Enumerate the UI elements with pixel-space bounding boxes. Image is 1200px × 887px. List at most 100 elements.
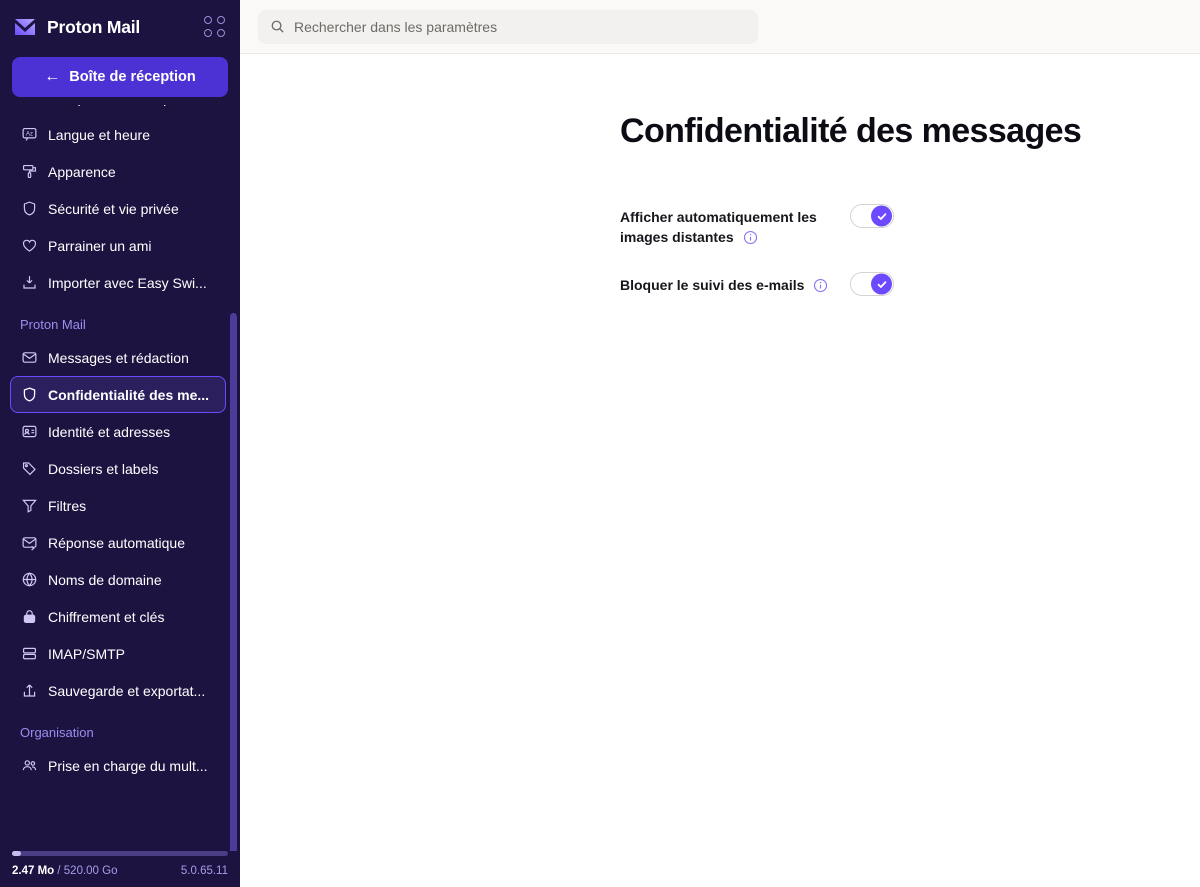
sidebar-item-label: Messages et rédaction [48,349,189,366]
sidebar-item-label: Apparence [48,163,116,180]
settings-list: Afficher automatiquement les images dist… [620,203,1200,296]
brand-logo[interactable]: Proton Mail [12,14,140,40]
users-icon [22,760,37,771]
shield-icon [23,201,36,216]
sidebar-item-label: Identité et adresses [48,423,171,440]
sidebar-footer: 2.47 Mo / 520.00 Go 5.0.65.11 [0,851,240,887]
grid-dot [216,16,225,24]
sidebar-item-parrainer-un-ami[interactable]: Parrainer un ami [10,227,226,264]
toggle-block-tracking[interactable] [850,272,894,296]
app-root: Proton Mail ← Boîte de réception Compt [0,0,1200,887]
user-icon [21,105,38,106]
sidebar-nav-scroll[interactable]: Compte et mot de passe Az Langue et heur… [0,105,240,851]
sidebar-item-noms-de-domaine[interactable]: Noms de domaine [10,561,226,598]
sidebar-item-imap-smtp[interactable]: IMAP/SMTP [10,635,226,672]
grid-dot [204,28,212,37]
setting-label: Afficher automatiquement les images dist… [620,209,817,245]
sidebar-item-filtres[interactable]: Filtres [10,487,226,524]
sidebar-item-reponse-automatique[interactable]: Réponse automatique [10,524,226,561]
main-area: Confidentialité des messages Afficher au… [240,0,1200,887]
sidebar-item-label: Prise en charge du mult... [48,757,208,774]
setting-row-block-tracking: Bloquer le suivi des e-mails [620,271,1200,296]
sidebar-item-confidentialite-des-messages[interactable]: Confidentialité des me... [10,376,226,413]
sidebar-item-identite-et-adresses[interactable]: Identité et adresses [10,413,226,450]
sidebar-nav: Compte et mot de passe Az Langue et heur… [10,105,226,784]
back-to-inbox-label: Boîte de réception [69,69,196,85]
storage-text[interactable]: 2.47 Mo / 520.00 Go [12,865,118,877]
export-icon [23,684,36,697]
sidebar-item-label: Filtres [48,497,87,514]
sidebar-item-dossiers-et-labels[interactable]: Dossiers et labels [10,450,226,487]
sidebar-item-label: Réponse automatique [48,534,185,551]
sidebar-item-importer-avec-easy-switch[interactable]: Importer avec Easy Swi... [10,264,226,301]
sidebar-item-label: Noms de domaine [48,571,162,588]
search-icon [271,20,284,33]
sidebar-item-messages-et-redaction[interactable]: Messages et rédaction [10,339,226,376]
toggle-remote-images[interactable] [850,204,894,228]
storage-used: 2.47 Mo [12,865,55,877]
language-icon: Az [22,127,37,141]
sidebar-header: Proton Mail [0,0,240,54]
lock-icon [23,610,36,624]
envelope-icon [22,352,37,363]
grid-dot [204,16,212,24]
paint-roller-icon [22,164,37,179]
sidebar-item-label: Sécurité et vie privée [48,200,179,217]
storage-progress-fill [12,851,21,856]
svg-text:Az: Az [26,131,33,137]
sidebar-item-securite-et-vie-privee[interactable]: Sécurité et vie privée [10,190,226,227]
sidebar-item-label: IMAP/SMTP [48,645,126,662]
globe-icon [22,572,37,587]
toggle-knob [871,205,892,227]
top-bar [240,0,1200,54]
storage-progress-bar [12,851,228,856]
tags-icon [22,462,36,476]
sidebar-item-label: Parrainer un ami [48,237,152,254]
id-card-icon [22,425,37,438]
info-circle-icon[interactable] [813,278,828,293]
page-title: Confidentialité des messages [620,112,1082,150]
info-circle-icon[interactable] [743,230,758,245]
sidebar-item-langue-et-heure[interactable]: Az Langue et heure [10,116,226,153]
arrow-left-icon: ← [44,68,61,85]
sidebar-scrollbar[interactable] [230,205,237,851]
search-input[interactable] [294,18,746,35]
storage-info-row: 2.47 Mo / 520.00 Go 5.0.65.11 [12,865,228,877]
sidebar-item-label: Chiffrement et clés [48,608,165,625]
sidebar-item-label: Compte et mot de passe [48,105,201,106]
sidebar-item-label: Langue et heure [48,126,150,143]
sidebar-item-label: Sauvegarde et exportat... [48,682,206,699]
settings-content: Confidentialité des messages Afficher au… [240,54,1200,887]
back-to-inbox-button[interactable]: ← Boîte de réception [12,57,228,97]
heart-icon [22,239,37,252]
envelope-reply-icon [22,537,37,551]
shield-icon [23,387,36,402]
brand-name: Proton Mail [47,16,141,37]
grid-dot [216,28,225,37]
import-icon [23,276,36,289]
sidebar-item-chiffrement-et-cles[interactable]: Chiffrement et clés [10,598,226,635]
sidebar-scrollbar-thumb[interactable] [230,313,237,851]
sidebar: Proton Mail ← Boîte de réception Compt [0,0,240,887]
proton-mail-envelope-logo-icon [15,19,35,35]
setting-label-wrapper: Afficher automatiquement les images dist… [620,203,850,247]
setting-label: Bloquer le suivi des e-mails [620,277,805,293]
servers-icon [22,647,37,660]
toggle-knob [871,273,892,295]
filter-icon [22,499,37,513]
sidebar-item-label: Confidentialité des me... [48,386,210,403]
sidebar-item-label: Importer avec Easy Swi... [48,274,207,291]
sidebar-section-proton-mail: Proton Mail [20,317,86,332]
apps-grid-icon[interactable] [204,16,226,38]
sidebar-item-prise-en-charge-du-multi-utilisateur[interactable]: Prise en charge du mult... [10,747,226,784]
app-version: 5.0.65.11 [180,865,228,877]
settings-search-box[interactable] [258,9,758,44]
sidebar-item-apparence[interactable]: Apparence [10,153,226,190]
setting-label-wrapper: Bloquer le suivi des e-mails [620,271,850,295]
storage-separator: / [54,865,64,877]
sidebar-item-label: Dossiers et labels [48,460,159,477]
sidebar-item-compte-et-mot-de-passe[interactable]: Compte et mot de passe [10,105,226,116]
sidebar-section-organisation: Organisation [20,725,94,740]
sidebar-item-sauvegarde-et-exportation[interactable]: Sauvegarde et exportat... [10,672,226,709]
storage-total: 520.00 Go [63,865,118,877]
